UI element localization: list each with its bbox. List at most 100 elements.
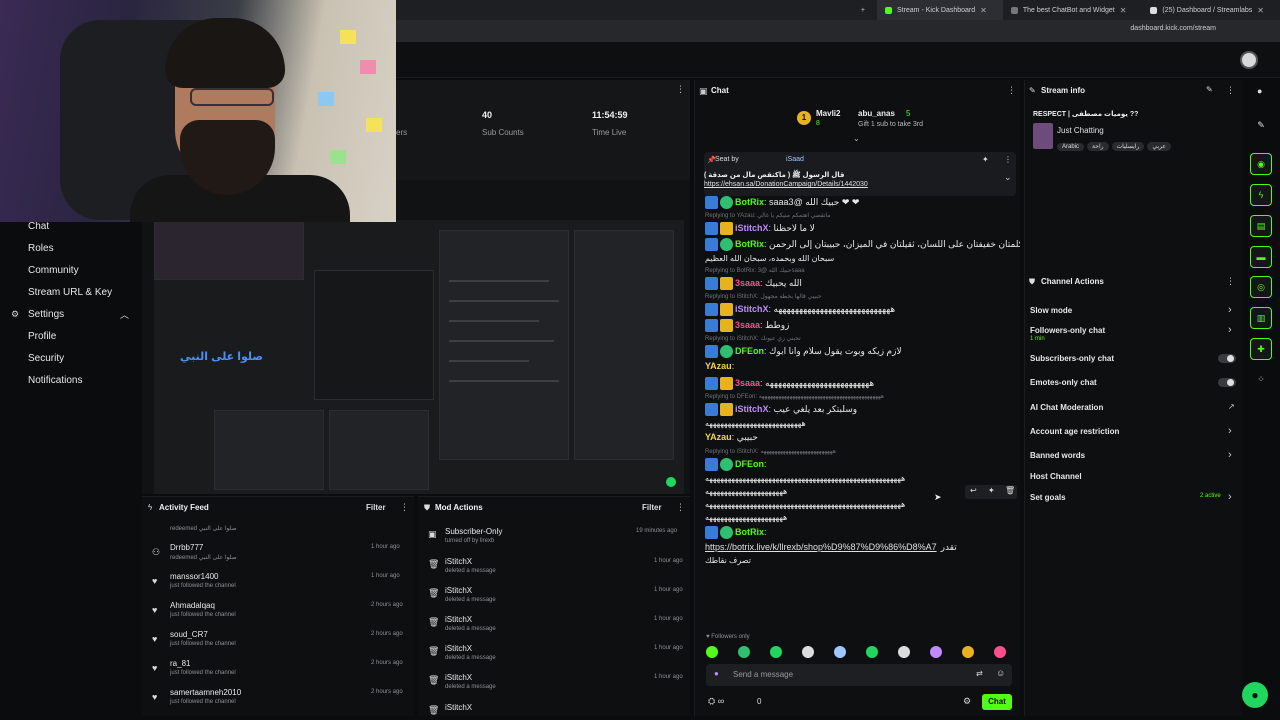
pinned-more-icon[interactable]: ⋮	[1004, 155, 1012, 164]
edit-stream-icon[interactable]: ✎	[1206, 85, 1213, 94]
sidebar-item-chat[interactable]: Chat	[28, 221, 49, 232]
unpin-icon[interactable]: ✦	[982, 155, 989, 164]
channel-action-8[interactable]: Set goals	[1030, 493, 1066, 502]
reply-icon[interactable]: ↩	[970, 486, 977, 495]
sidebar-item-roles[interactable]: Roles	[28, 243, 54, 254]
emote-icon[interactable]	[802, 646, 814, 658]
feed-username[interactable]: Drrbb777	[170, 543, 203, 552]
info-icon[interactable]: ●	[1257, 86, 1262, 96]
activity-more-icon[interactable]: ⋮	[400, 502, 409, 513]
chat-message[interactable]: YAzau:	[705, 361, 734, 371]
broadcast-icon[interactable]: ◎	[1250, 276, 1272, 298]
chat-username[interactable]: BotRix	[735, 527, 764, 537]
translate-icon[interactable]: ⇄	[976, 669, 983, 678]
mic-icon[interactable]: ●	[714, 669, 719, 678]
channel-action-2[interactable]: Subscribers-only chat	[1030, 354, 1114, 363]
browser-tab-streamlabs[interactable]: (25) Dashboard / Streamlabs ✕	[1142, 0, 1280, 20]
reply-context[interactable]: Replying to DFEon: ههههههههههههههههههههه…	[705, 393, 884, 400]
channel-action-5[interactable]: Account age restriction	[1030, 427, 1119, 436]
chat-more-icon[interactable]: ⋮	[1007, 85, 1016, 96]
stream-tag[interactable]: راحة	[1087, 142, 1109, 151]
chat-username[interactable]: DFEon	[735, 346, 764, 356]
user-avatar[interactable]	[1240, 51, 1258, 69]
emote-icon[interactable]	[994, 646, 1006, 658]
emote-icon[interactable]	[866, 646, 878, 658]
chat-message[interactable]: 3saaa: الله يحبيك	[705, 277, 802, 290]
chat-bubble-icon[interactable]: ▬	[1250, 246, 1272, 268]
reply-context[interactable]: Replying to iStitchX: هههههههههههههههههه…	[705, 448, 836, 455]
chevron-down-icon[interactable]: ⌄	[853, 134, 860, 143]
gift-sub-cta[interactable]: Gift 1 sub to take 3rd	[858, 121, 923, 128]
camera-icon[interactable]: ◉	[1250, 153, 1272, 175]
chat-message[interactable]: YAzau: حبيبي	[705, 432, 758, 443]
close-icon[interactable]: ✕	[1120, 6, 1127, 15]
chat-message[interactable]: iStitchX: وسلبتكر بعد يلغي عيب	[705, 403, 857, 416]
feed-username[interactable]: manssor1400	[170, 572, 218, 581]
chat-username[interactable]: 3saaa	[735, 278, 760, 288]
channel-action-6[interactable]: Banned words	[1030, 451, 1085, 460]
nodes-icon[interactable]: ⁘	[1250, 368, 1272, 390]
browser-tab-botrix[interactable]: The best ChatBot and Widget ✕	[1003, 0, 1143, 20]
activity-filter-button[interactable]: Filter	[366, 503, 386, 512]
chevron-right-icon[interactable]: ›	[1228, 425, 1232, 437]
chat-message[interactable]: BotRix:	[705, 526, 767, 539]
emote-icon[interactable]	[706, 646, 718, 658]
chevron-up-icon[interactable]: ︿	[120, 308, 129, 321]
mod-action-target[interactable]: iStitchX	[445, 644, 472, 653]
chat-username[interactable]: BotRix	[735, 197, 764, 207]
chat-username[interactable]: 3saaa	[735, 378, 760, 388]
more-icon[interactable]: ⋮	[676, 84, 685, 95]
chat-message[interactable]: iStitchX: لا ما لاحظنا	[705, 222, 815, 235]
archive-icon[interactable]: ▥	[1250, 307, 1272, 329]
reply-context[interactable]: Replying to YAzau: ماتقضي اهتمكم منيكم ي…	[705, 212, 831, 219]
chevron-right-icon[interactable]: ›	[1228, 449, 1232, 461]
mod-action-target[interactable]: Subscriber-Only	[445, 527, 502, 536]
stream-tag[interactable]: Arabic	[1057, 143, 1085, 151]
sidebar-item-security[interactable]: Security	[28, 353, 64, 364]
chat-username[interactable]: 3saaa	[735, 320, 760, 330]
channel-actions-more-icon[interactable]: ⋮	[1226, 276, 1235, 287]
emote-icon[interactable]	[930, 646, 942, 658]
chat-username[interactable]: iStitchX	[735, 223, 769, 233]
bolt-icon[interactable]: ϟ	[1250, 184, 1272, 206]
url-text[interactable]: dashboard.kick.com/stream	[1130, 25, 1216, 32]
toggle-switch[interactable]	[1218, 378, 1236, 387]
emote-icon[interactable]	[898, 646, 910, 658]
toggle-switch[interactable]	[1218, 354, 1236, 363]
sidebar-item-community[interactable]: Community	[28, 265, 79, 276]
chat-username[interactable]: YAzau	[705, 361, 732, 371]
emote-icon[interactable]	[834, 646, 846, 658]
emoji-icon[interactable]: ☺	[996, 668, 1005, 678]
pin-icon[interactable]: ✦	[988, 486, 995, 495]
sidebar-item-settings[interactable]: Settings	[28, 309, 64, 320]
chat-message[interactable]: DFEon:	[705, 458, 767, 471]
mod-action-target[interactable]: iStitchX	[445, 557, 472, 566]
mod-more-icon[interactable]: ⋮	[676, 502, 685, 513]
emote-icon[interactable]	[738, 646, 750, 658]
help-chat-icon[interactable]: ●	[1242, 682, 1268, 708]
channel-action-1[interactable]: Followers-only chat	[1030, 326, 1105, 335]
chevron-right-icon[interactable]: ›	[1228, 324, 1232, 336]
chat-send-button[interactable]: Chat	[982, 694, 1012, 710]
new-tab-button[interactable]: +	[853, 0, 877, 20]
chat-message[interactable]: 3saaa: هههههههههههههههههههههههههه	[705, 377, 874, 390]
chat-username[interactable]: BotRix	[735, 239, 764, 249]
chat-message[interactable]: DFEon: لازم زيكه وبوت يقول سلام وانا ابو…	[705, 345, 902, 358]
sidebar-item-notifications[interactable]: Notifications	[28, 375, 82, 386]
channel-action-3[interactable]: Emotes-only chat	[1030, 378, 1097, 387]
chat-message[interactable]: BotRix: saaaحبيك الله @3 ❤ ❤	[705, 196, 859, 209]
chat-username[interactable]: YAzau	[705, 432, 732, 442]
sidebar-item-profile[interactable]: Profile	[28, 331, 56, 342]
channel-action-0[interactable]: Slow mode	[1030, 306, 1072, 315]
chevron-right-icon[interactable]: ›	[1228, 304, 1232, 316]
mod-filter-button[interactable]: Filter	[642, 503, 662, 512]
mod-action-target[interactable]: iStitchX	[445, 673, 472, 682]
chevron-down-icon[interactable]: ⌄	[1004, 172, 1012, 183]
chat-message[interactable]: iStitchX: ههههههههههههههههههههههههههههه	[705, 303, 895, 316]
chat-message[interactable]: BotRix: كلمتان خفيفتان على اللسان، ثقيلت…	[705, 238, 1020, 251]
reply-context[interactable]: Replying to BotRix: حبيك الله @3saaa	[705, 267, 805, 274]
mod-action-target[interactable]: iStitchX	[445, 586, 472, 595]
close-icon[interactable]: ✕	[1257, 6, 1264, 15]
stream-info-more-icon[interactable]: ⋮	[1226, 85, 1235, 96]
feed-username[interactable]: Ahmadalqaq	[170, 601, 215, 610]
